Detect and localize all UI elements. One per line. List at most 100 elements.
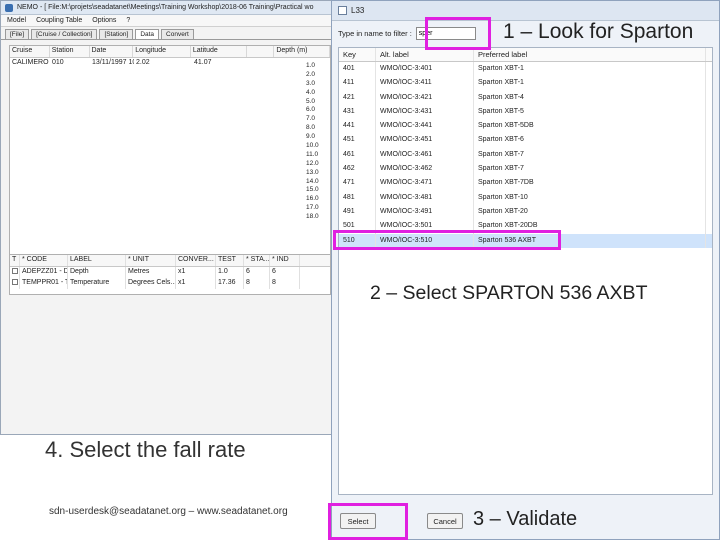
- cell-code: ADEPZZ01 - D...: [20, 267, 68, 278]
- col-station[interactable]: Station: [50, 46, 90, 57]
- highlight-selected-row: [333, 230, 561, 250]
- cell-label: Temperature: [68, 278, 126, 289]
- cell-preferred-label: Sparton XBT-6: [474, 133, 706, 148]
- menu-coupling-table[interactable]: Coupling Table: [36, 17, 82, 24]
- checkbox-icon[interactable]: [12, 279, 18, 285]
- highlight-filter-box: [425, 17, 491, 50]
- col-longitude[interactable]: Longitude: [133, 46, 191, 57]
- slide-footer: sdn-userdesk@seadatanet.org – www.seadat…: [49, 506, 288, 517]
- tab-file[interactable]: [File]: [5, 29, 30, 39]
- cell-alt-label: WMO/IOC-3:461: [376, 147, 474, 163]
- cell-conversion: x1: [176, 278, 216, 289]
- col-spacer: [247, 46, 275, 57]
- col-type[interactable]: T: [10, 255, 20, 266]
- cell-preferred-label: Sparton XBT-20: [474, 204, 706, 220]
- menu-options[interactable]: Options: [92, 17, 116, 24]
- row-checkbox[interactable]: [10, 267, 20, 278]
- menu-model[interactable]: Model: [7, 17, 26, 24]
- col-test[interactable]: TEST: [216, 255, 244, 266]
- list-item[interactable]: 471 WMO/IOC-3:471 Sparton XBT-7DB: [339, 176, 712, 191]
- depth-cell: 16.0: [306, 195, 319, 203]
- col-depth[interactable]: Depth (m): [274, 46, 330, 57]
- data-table-header: Cruise Station Date Longitude Latitude D…: [10, 46, 330, 58]
- cell-alt-label: WMO/IOC-3:411: [376, 76, 474, 91]
- cell-alt-label: WMO/IOC-3:401: [376, 62, 474, 77]
- menu-help[interactable]: ?: [126, 17, 130, 24]
- cell-preferred-label: Sparton XBT-5: [474, 104, 706, 120]
- col-index[interactable]: * IND: [270, 255, 300, 266]
- filter-label: Type in name to filter :: [338, 29, 412, 38]
- vocabulary-list: Key Alt. label Preferred label 401 WMO/IO…: [338, 47, 713, 495]
- list-item[interactable]: 441 WMO/IOC-3:441 Sparton XBT-5DB: [339, 119, 712, 134]
- cell-status: 6: [244, 267, 270, 278]
- col-cruise[interactable]: Cruise: [10, 46, 50, 57]
- cell-alt-label: WMO/IOC-3:431: [376, 104, 474, 120]
- checkbox-icon[interactable]: [12, 268, 18, 274]
- depth-cell: 2.0: [306, 70, 316, 78]
- dialog-titlebar: L33: [332, 1, 719, 21]
- table-row[interactable]: CALIMERO 010 13/11/1997 10... 2.02 41.07: [10, 58, 330, 69]
- data-table: Cruise Station Date Longitude Latitude D…: [9, 45, 331, 255]
- list-item[interactable]: 451 WMO/IOC-3:451 Sparton XBT-6: [339, 133, 712, 148]
- list-item[interactable]: 462 WMO/IOC-3:462 Sparton XBT-7: [339, 162, 712, 177]
- cell-key: 481: [339, 190, 376, 205]
- cell-key: 461: [339, 147, 376, 163]
- cell-preferred-label: Sparton XBT-7: [474, 147, 706, 163]
- list-item[interactable]: 431 WMO/IOC-3:431 Sparton XBT-5: [339, 104, 712, 120]
- parameter-table-header: T * CODE LABEL * UNIT CONVER... TEST * S…: [10, 255, 330, 267]
- col-conversion[interactable]: CONVER...: [176, 255, 216, 266]
- cell-alt-label: WMO/IOC-3:491: [376, 204, 474, 220]
- col-unit[interactable]: * UNIT: [126, 255, 176, 266]
- cell-index: 8: [270, 278, 300, 289]
- col-date[interactable]: Date: [90, 46, 134, 57]
- cancel-button[interactable]: Cancel: [427, 513, 463, 529]
- tab-cruise-collection[interactable]: [Cruise / Collection]: [31, 29, 98, 39]
- cell-longitude: 2.02: [136, 59, 150, 66]
- col-preferred-label[interactable]: Preferred label: [474, 48, 706, 61]
- row-checkbox[interactable]: [10, 278, 20, 289]
- cell-key: 431: [339, 104, 376, 120]
- tab-convert[interactable]: Convert: [161, 29, 194, 39]
- window-icon: [338, 6, 347, 15]
- cell-alt-label: WMO/IOC-3:471: [376, 176, 474, 191]
- table-row[interactable]: TEMPPR01 - T... Temperature Degrees Cels…: [10, 278, 330, 289]
- col-label[interactable]: LABEL: [68, 255, 126, 266]
- tab-data[interactable]: Data: [135, 29, 160, 39]
- cell-cruise: CALIMERO: [12, 59, 49, 66]
- list-item[interactable]: 411 WMO/IOC-3:411 Sparton XBT-1: [339, 76, 712, 91]
- cell-key: 401: [339, 62, 376, 77]
- annotation-step-1: 1 – Look for Sparton: [503, 20, 694, 43]
- list-item[interactable]: 491 WMO/IOC-3:491 Sparton XBT-20: [339, 204, 712, 220]
- cell-key: 462: [339, 162, 376, 177]
- list-item[interactable]: 401 WMO/IOC-3:401 Sparton XBT-1: [339, 62, 712, 77]
- cell-conversion: x1: [176, 267, 216, 278]
- tab-station[interactable]: [Station]: [99, 29, 134, 39]
- cell-status: 8: [244, 278, 270, 289]
- depth-cell: 3.0: [306, 79, 316, 87]
- cell-preferred-label: Sparton XBT-1: [474, 62, 706, 77]
- nemo-titlebar: NEMO - [ File:M:\projets\seadatanet\Meet…: [1, 1, 334, 15]
- l33-dialog: L33 Type in name to filter : Key Alt. la…: [331, 0, 720, 540]
- cell-label: Depth: [68, 267, 126, 278]
- cell-unit: Metres: [126, 267, 176, 278]
- list-item[interactable]: 421 WMO/IOC-3:421 Sparton XBT-4: [339, 90, 712, 105]
- col-latitude[interactable]: Latitude: [191, 46, 247, 57]
- annotation-step-4: 4. Select the fall rate: [45, 437, 246, 462]
- col-code[interactable]: * CODE: [20, 255, 68, 266]
- cell-test: 17.36: [216, 278, 244, 289]
- depth-cell: 7.0: [306, 115, 316, 123]
- table-row[interactable]: ADEPZZ01 - D... Depth Metres x1 1.0 6 6: [10, 267, 330, 278]
- cell-alt-label: WMO/IOC-3:462: [376, 162, 474, 177]
- col-key[interactable]: Key: [339, 48, 376, 61]
- cell-preferred-label: Sparton XBT-7DB: [474, 176, 706, 191]
- list-item[interactable]: 461 WMO/IOC-3:461 Sparton XBT-7: [339, 147, 712, 163]
- cell-alt-label: WMO/IOC-3:441: [376, 119, 474, 134]
- annotation-step-3: 3 – Validate: [473, 508, 578, 530]
- depth-cell: 5.0: [306, 97, 316, 105]
- depth-cell: 11.0: [306, 150, 319, 158]
- cell-alt-label: WMO/IOC-3:481: [376, 190, 474, 205]
- list-item[interactable]: 481 WMO/IOC-3:481 Sparton XBT-10: [339, 190, 712, 205]
- cell-unit: Degrees Cels...: [126, 278, 176, 289]
- nemo-window: NEMO - [ File:M:\projets\seadatanet\Meet…: [0, 0, 335, 435]
- col-status[interactable]: * STA...: [244, 255, 270, 266]
